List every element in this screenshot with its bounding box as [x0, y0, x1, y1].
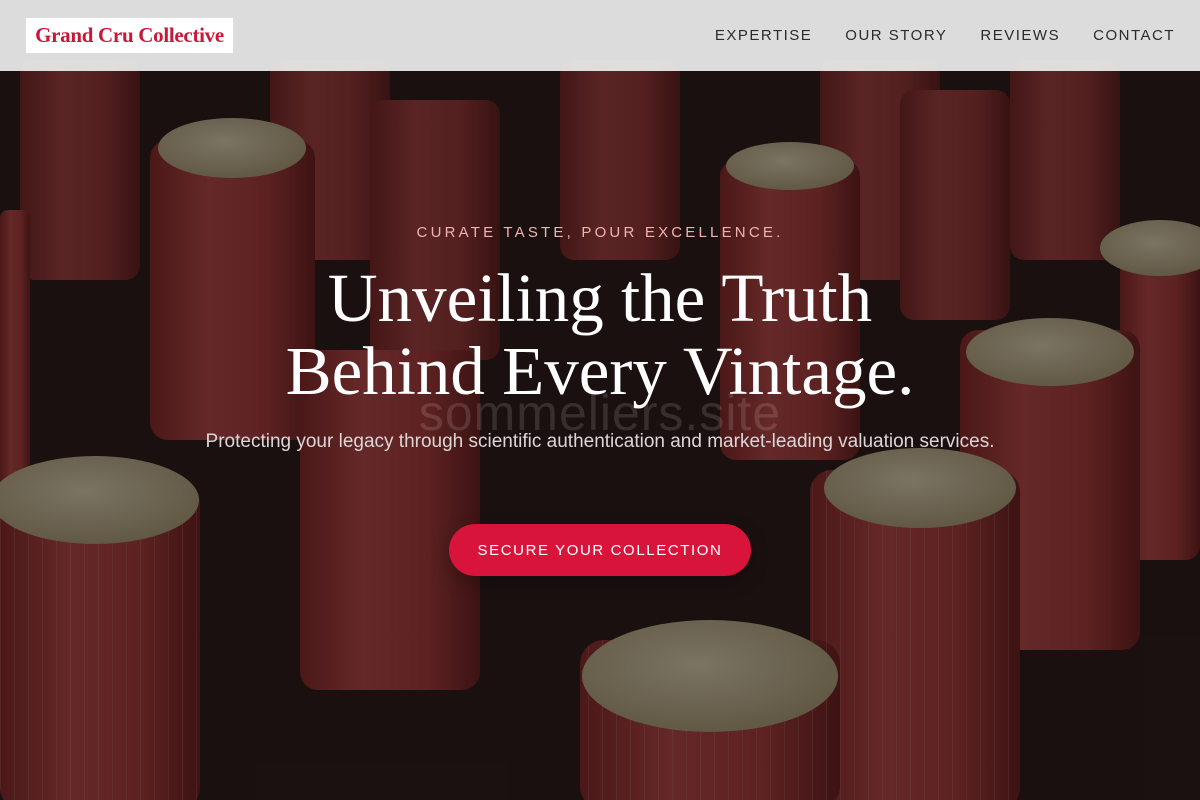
secure-collection-button[interactable]: SECURE YOUR COLLECTION: [449, 524, 751, 576]
hero-eyebrow: CURATE TASTE, POUR EXCELLENCE.: [416, 224, 784, 241]
hero-subtext: Protecting your legacy through scientifi…: [205, 431, 995, 452]
hero-headline-line-1: Unveiling the Truth: [327, 260, 873, 336]
hero-section: CURATE TASTE, POUR EXCELLENCE. Unveiling…: [0, 0, 1200, 800]
